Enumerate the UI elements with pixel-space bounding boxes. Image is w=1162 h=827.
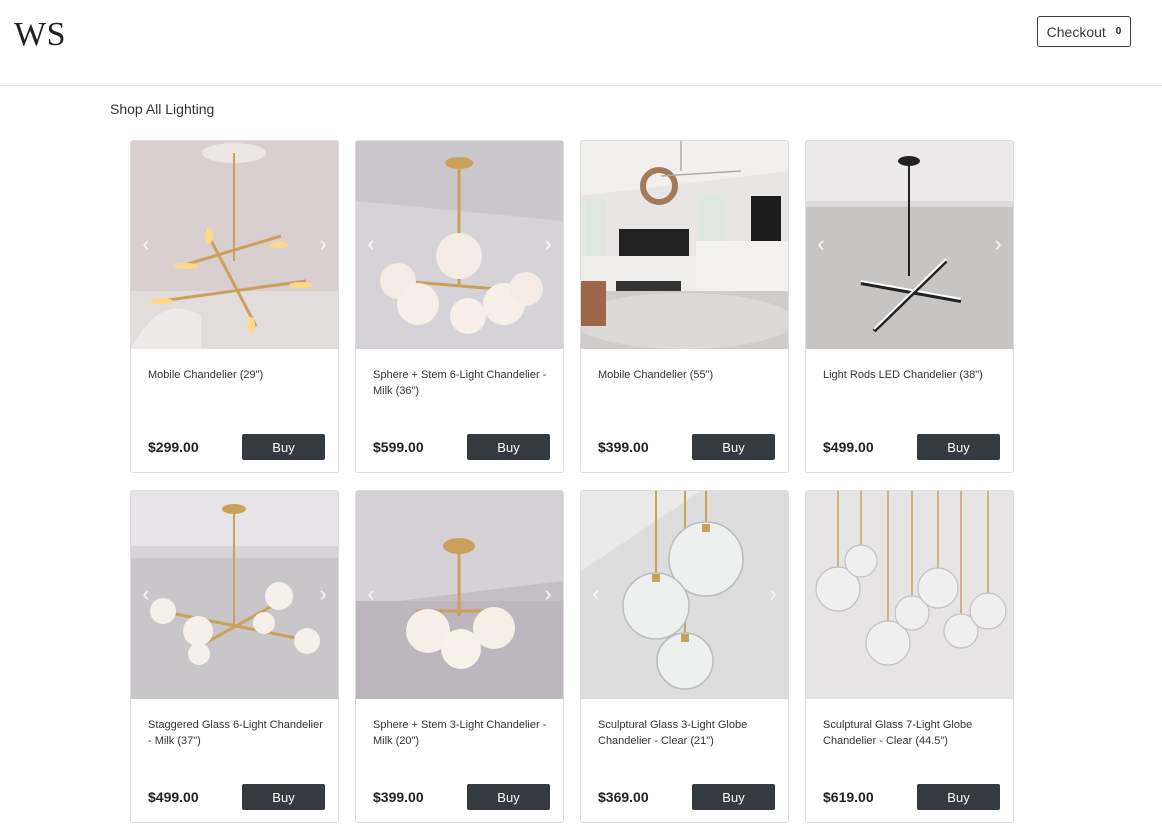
product-name[interactable]: Sphere + Stem 3-Light Chandelier - Milk … [373,717,551,749]
product-card: ‹ › Sculptural Glass 3-Light Globe Chand… [580,490,789,823]
product-price: $499.00 [823,439,874,455]
site-header: WS Checkout 0 [0,0,1162,86]
product-name[interactable]: Mobile Chandelier (29") [148,367,326,383]
site-logo[interactable]: WS [14,16,66,54]
buy-button[interactable]: Buy [692,784,775,810]
product-price: $399.00 [598,439,649,455]
buy-button[interactable]: Buy [917,434,1000,460]
product-price: $369.00 [598,789,649,805]
chevron-right-icon[interactable]: › [314,231,332,257]
chevron-left-icon[interactable]: ‹ [137,581,155,607]
buy-button[interactable]: Buy [467,784,550,810]
product-image-carousel[interactable]: ‹ › [356,491,563,699]
chevron-left-icon[interactable]: ‹ [137,231,155,257]
product-card: ‹ › Sphere + Stem 6-Light Chandelier - M… [355,140,564,473]
product-image [131,141,338,349]
product-image-carousel[interactable] [806,491,1013,699]
chevron-left-icon[interactable]: ‹ [362,581,380,607]
product-image [356,491,563,699]
chevron-right-icon[interactable]: › [539,231,557,257]
chevron-right-icon[interactable]: › [314,581,332,607]
product-card: ‹ › Mobile Chandelier (29") $299.00 Buy [130,140,339,473]
product-card: ‹ › Light Rods LED Chandelier (38") $499… [805,140,1014,473]
product-price: $619.00 [823,789,874,805]
product-image-carousel[interactable]: ‹ › [581,491,788,699]
chevron-right-icon[interactable]: › [989,231,1007,257]
page-title: Shop All Lighting [110,101,215,117]
product-name[interactable]: Sculptural Glass 7-Light Globe Chandelie… [823,717,1001,749]
product-name[interactable]: Staggered Glass 6-Light Chandelier - Mil… [148,717,326,749]
product-image [806,141,1013,349]
product-image [581,491,788,699]
chevron-left-icon[interactable]: ‹ [362,231,380,257]
product-name[interactable]: Sculptural Glass 3-Light Globe Chandelie… [598,717,776,749]
product-image [806,491,1013,699]
product-image-carousel[interactable]: ‹ › [131,141,338,349]
checkout-label: Checkout [1046,23,1106,40]
buy-button[interactable]: Buy [692,434,775,460]
cart-count-badge: 0 [1115,26,1122,37]
chevron-left-icon[interactable]: ‹ [812,231,830,257]
product-price: $599.00 [373,439,424,455]
product-image-carousel[interactable] [581,141,788,349]
product-name[interactable]: Light Rods LED Chandelier (38") [823,367,1001,383]
product-image-carousel[interactable]: ‹ › [131,491,338,699]
product-image [131,491,338,699]
product-card: Sculptural Glass 7-Light Globe Chandelie… [805,490,1014,823]
product-image [356,141,563,349]
chevron-right-icon[interactable]: › [539,581,557,607]
product-price: $499.00 [148,789,199,805]
product-card: ‹ › Staggered Glass 6-Light Chandelier -… [130,490,339,823]
product-price: $299.00 [148,439,199,455]
product-card: ‹ › Sphere + Stem 3-Light Chandelier - M… [355,490,564,823]
buy-button[interactable]: Buy [917,784,1000,810]
product-grid: ‹ › Mobile Chandelier (29") $299.00 Buy … [130,140,1014,823]
chevron-left-icon[interactable]: ‹ [587,581,605,607]
product-name[interactable]: Sphere + Stem 6-Light Chandelier - Milk … [373,367,551,399]
buy-button[interactable]: Buy [467,434,550,460]
product-price: $399.00 [373,789,424,805]
product-image-carousel[interactable]: ‹ › [356,141,563,349]
chevron-right-icon[interactable]: › [764,581,782,607]
buy-button[interactable]: Buy [242,434,325,460]
product-name[interactable]: Mobile Chandelier (55") [598,367,776,383]
product-image-carousel[interactable]: ‹ › [806,141,1013,349]
checkout-button[interactable]: Checkout 0 [1037,16,1131,47]
buy-button[interactable]: Buy [242,784,325,810]
product-image [581,141,788,349]
product-card: Mobile Chandelier (55") $399.00 Buy [580,140,789,473]
